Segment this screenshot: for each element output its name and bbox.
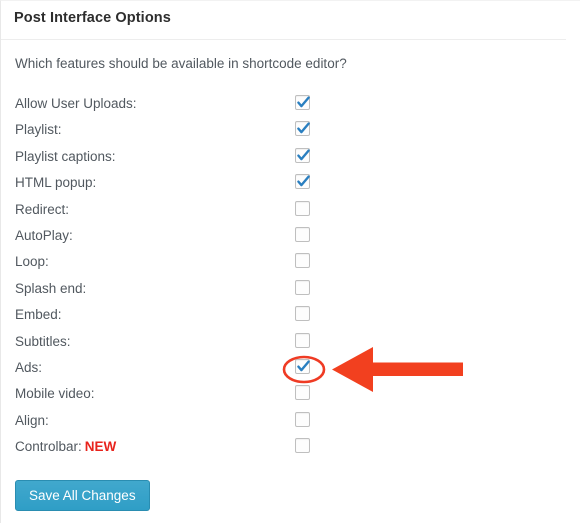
option-label: Playlist: [15,121,62,138]
option-label-text: Embed: [15,307,62,323]
option-checkbox[interactable] [295,358,310,374]
option-checkbox[interactable] [295,332,310,348]
post-interface-options-panel: Post Interface Options Which features sh… [0,0,580,523]
checkmark-icon [297,360,310,372]
option-checkbox[interactable] [295,411,310,427]
option-label: HTML popup: [15,174,96,191]
option-label-text: Playlist captions: [15,148,116,164]
option-checkbox[interactable] [295,121,310,137]
option-checkbox[interactable] [295,306,310,322]
option-checkbox[interactable] [295,147,310,163]
option-row: Embed: [1,305,361,331]
option-row: Redirect: [1,200,361,226]
options-list: Allow User Uploads: Playlist: Playlist cap… [1,94,361,463]
option-row: Subtitles: [1,332,361,358]
option-label-text: Controlbar: [15,439,82,455]
checkmark-icon [297,149,310,161]
option-row: Ads: [1,358,361,384]
option-checkbox[interactable] [295,95,310,110]
option-row: Playlist captions: [1,147,361,173]
option-label: Embed: [15,306,62,323]
option-row: AutoPlay: [1,226,361,252]
option-checkbox[interactable] [295,226,310,242]
option-row: Playlist: [1,120,361,146]
option-label-text: Allow User Uploads: [15,96,137,111]
save-button-label: Save All Changes [29,488,136,503]
option-label-text: Redirect: [15,201,70,217]
option-label: Subtitles: [15,333,71,350]
panel-description: Which features should be available in sh… [15,56,347,71]
option-row: Allow User Uploads: [1,94,361,120]
option-row: Mobile video: [1,384,361,410]
option-row: Controlbar: NEW [1,437,361,463]
checkmark-icon [297,175,310,187]
option-label-text: Loop: [15,254,49,270]
option-label-text: Ads: [15,359,43,375]
option-checkbox[interactable] [295,174,310,190]
new-badge: NEW [84,439,117,455]
checkmark-icon [297,96,310,108]
option-row: Align: [1,411,361,437]
option-checkbox[interactable] [295,253,310,269]
option-checkbox[interactable] [295,385,310,401]
save-all-changes-button[interactable]: Save All Changes [15,480,150,511]
option-label: Splash end: [15,280,86,297]
option-label-text: Playlist: [15,122,62,138]
option-checkbox[interactable] [295,438,310,454]
option-row: Splash end: [1,279,361,305]
option-label: Controlbar: NEW [15,438,116,455]
option-label: Redirect: [15,201,69,218]
option-label: Playlist captions: [15,148,116,165]
option-label: Loop: [15,253,49,270]
option-label: Align: [15,412,49,429]
option-label-text: Subtitles: [15,333,71,349]
option-label-text: HTML popup: [15,175,97,191]
checkmark-icon [297,122,310,134]
option-row: Loop: [1,252,361,278]
option-label-text: Splash end: [15,280,87,296]
option-label: Allow User Uploads: [15,95,137,112]
option-label: Mobile video: [15,385,95,402]
option-label-text: Mobile video: [15,386,95,402]
option-label: Ads: [15,359,42,376]
page-title: Post Interface Options [14,10,171,26]
option-label-text: Align: [15,412,49,428]
option-row: HTML popup: [1,173,361,199]
option-checkbox[interactable] [295,200,310,216]
option-label: AutoPlay: [15,227,73,244]
option-checkbox[interactable] [295,279,310,295]
option-label-text: AutoPlay: [15,227,73,243]
panel-header: Post Interface Options [1,1,566,40]
